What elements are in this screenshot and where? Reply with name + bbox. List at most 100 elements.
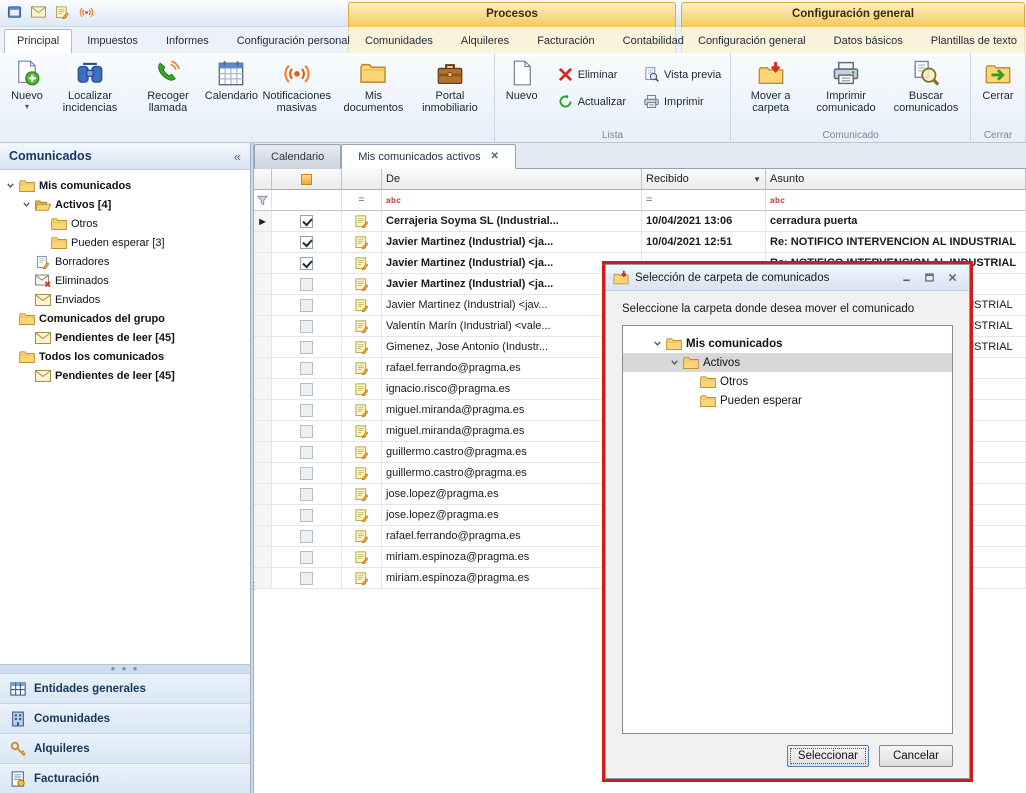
header-de[interactable]: De (382, 169, 642, 190)
navbar-splitter[interactable]: ● ● ● (0, 664, 250, 673)
ribbon-button-cerrar[interactable]: Cerrar (975, 55, 1021, 129)
doc-tab-calendario[interactable]: Calendario (254, 144, 341, 169)
tree-node-otros[interactable]: Otros (623, 372, 952, 391)
ribbon-button-nuevo[interactable]: Nuevo (499, 55, 545, 129)
row-checkbox[interactable] (300, 467, 313, 480)
filter-asunto-cell[interactable]: abc (766, 190, 1026, 211)
row-checkbox[interactable] (300, 383, 313, 396)
row-checkbox[interactable] (300, 236, 313, 249)
tree-node-otros[interactable]: Otros (0, 214, 250, 233)
row-checkbox[interactable] (300, 278, 313, 291)
tree-node-activos[interactable]: Activos (623, 353, 952, 372)
row-checkbox-cell[interactable] (272, 442, 342, 463)
row-checkbox[interactable] (300, 446, 313, 459)
tree-node-comunicados-del-grupo[interactable]: Comunicados del grupo (0, 309, 250, 328)
row-checkbox[interactable] (300, 425, 313, 438)
row-checkbox-cell[interactable] (272, 295, 342, 316)
ribbon-tab-contabilidad[interactable]: Contabilidad (610, 29, 697, 53)
tree-node-enviados[interactable]: Enviados (0, 290, 250, 309)
select-column-icon[interactable] (301, 174, 312, 185)
ribbon-button-imprimir[interactable]: Imprimir (639, 92, 726, 111)
nav-item-facturacion[interactable]: Facturación (0, 763, 250, 793)
header-recibido[interactable]: Recibido ▼ (642, 169, 766, 190)
ribbon-tab-plantillas-de-texto[interactable]: Plantillas de texto (918, 29, 1026, 53)
tree-node-pueden-esperar-3[interactable]: Pueden esperar [3] (0, 233, 250, 252)
row-checkbox[interactable] (300, 362, 313, 375)
ribbon-button-portal-inmobiliario[interactable]: Portal inmobiliario (410, 55, 490, 129)
chevron-down-icon[interactable] (653, 337, 666, 350)
nav-item-comunidades[interactable]: Comunidades (0, 703, 250, 733)
ribbon-tab-datos-basicos[interactable]: Datos básicos (821, 29, 916, 53)
row-checkbox[interactable] (300, 299, 313, 312)
close-tab-icon[interactable]: ✕ (490, 151, 498, 162)
row-checkbox-cell[interactable] (272, 316, 342, 337)
table-row[interactable]: Javier Martinez (Industrial) <ja...10/04… (254, 232, 1026, 253)
row-checkbox[interactable] (300, 341, 313, 354)
filter-de-cell[interactable]: abc (382, 190, 642, 211)
nav-item-alquileres[interactable]: Alquileres (0, 733, 250, 763)
ribbon-button-nuevo[interactable]: Nuevo▾ (4, 55, 50, 129)
row-checkbox-cell[interactable] (272, 547, 342, 568)
header-icon-column[interactable] (342, 169, 382, 190)
ribbon-tab-facturacion[interactable]: Facturación (524, 29, 607, 53)
close-button[interactable] (942, 270, 962, 286)
row-checkbox-cell[interactable] (272, 358, 342, 379)
row-checkbox-cell[interactable] (272, 232, 342, 253)
row-checkbox[interactable] (300, 509, 313, 522)
collapse-sidebar-icon[interactable]: « (234, 149, 241, 164)
ribbon-tab-comunidades[interactable]: Comunidades (352, 29, 446, 53)
row-checkbox-cell[interactable] (272, 253, 342, 274)
tree-node-mis-comunicados[interactable]: Mis comunicados (623, 334, 952, 353)
row-checkbox-cell[interactable] (272, 379, 342, 400)
seleccionar-button[interactable]: Seleccionar (787, 745, 869, 767)
row-checkbox[interactable] (300, 488, 313, 501)
header-asunto[interactable]: Asunto (766, 169, 1026, 190)
sidebar-splitter[interactable] (250, 143, 254, 793)
row-checkbox-cell[interactable] (272, 526, 342, 547)
row-checkbox[interactable] (300, 320, 313, 333)
filter-check-cell[interactable] (272, 190, 342, 211)
tree-node-mis-comunicados[interactable]: Mis comunicados (0, 176, 250, 195)
filter-recibido-cell[interactable]: = (642, 190, 766, 211)
tree-node-borradores[interactable]: Borradores (0, 252, 250, 271)
ribbon-tab-configuracion-general[interactable]: Configuración general (685, 29, 819, 53)
ribbon-tab-impuestos[interactable]: Impuestos (74, 29, 151, 53)
row-checkbox-cell[interactable] (272, 505, 342, 526)
tree-node-todos-los-comunicados[interactable]: Todos los comunicados (0, 347, 250, 366)
row-checkbox[interactable] (300, 404, 313, 417)
row-checkbox-cell[interactable] (272, 400, 342, 421)
ribbon-button-calendario[interactable]: Calendario (206, 55, 257, 129)
ribbon-tab-informes[interactable]: Informes (153, 29, 222, 53)
ribbon-button-buscar-comunicados[interactable]: Buscar comunicados (886, 55, 966, 129)
dialog-titlebar[interactable]: Selección de carpeta de comunicados (606, 265, 969, 291)
tree-node-activos-4[interactable]: Activos [4] (0, 195, 250, 214)
row-checkbox-cell[interactable] (272, 484, 342, 505)
row-checkbox-cell[interactable] (272, 421, 342, 442)
row-checkbox[interactable] (300, 257, 313, 270)
minimize-button[interactable] (896, 270, 916, 286)
ribbon-button-eliminar[interactable]: Eliminar (553, 65, 631, 84)
tree-node-pueden-esperar[interactable]: Pueden esperar (623, 391, 952, 410)
ribbon-button-notificaciones-masivas[interactable]: Notificaciones masivas (257, 55, 337, 129)
cancelar-button[interactable]: Cancelar (879, 745, 953, 767)
tree-node-pendientes-de-leer-45[interactable]: Pendientes de leer [45] (0, 366, 250, 385)
row-checkbox[interactable] (300, 530, 313, 543)
row-checkbox-cell[interactable] (272, 568, 342, 589)
ribbon-button-imprimir-comunicado[interactable]: Imprimir comunicado (806, 55, 886, 129)
ribbon-button-localizar-incidencias[interactable]: Localizar incidencias (50, 55, 130, 129)
ribbon-button-mis-documentos[interactable]: Mis documentos (337, 55, 410, 129)
auto-filter-row[interactable]: = abc = abc (254, 190, 1026, 211)
ribbon-button-actualizar[interactable]: Actualizar (553, 92, 631, 111)
tree-node-pendientes-de-leer-45[interactable]: Pendientes de leer [45] (0, 328, 250, 347)
nav-item-entidades-generales[interactable]: Entidades generales (0, 673, 250, 703)
ribbon-button-mover-a-carpeta[interactable]: Mover a carpeta (735, 55, 806, 129)
chevron-down-icon[interactable] (6, 179, 19, 192)
filter-icon-cell[interactable]: = (342, 190, 382, 211)
chevron-down-icon[interactable] (22, 198, 35, 211)
chevron-down-icon[interactable] (670, 356, 683, 369)
maximize-button[interactable] (919, 270, 939, 286)
row-checkbox-cell[interactable] (272, 337, 342, 358)
row-checkbox[interactable] (300, 551, 313, 564)
row-checkbox[interactable] (300, 572, 313, 585)
ribbon-tab-configuracion-personal[interactable]: Configuración personal (224, 29, 363, 53)
